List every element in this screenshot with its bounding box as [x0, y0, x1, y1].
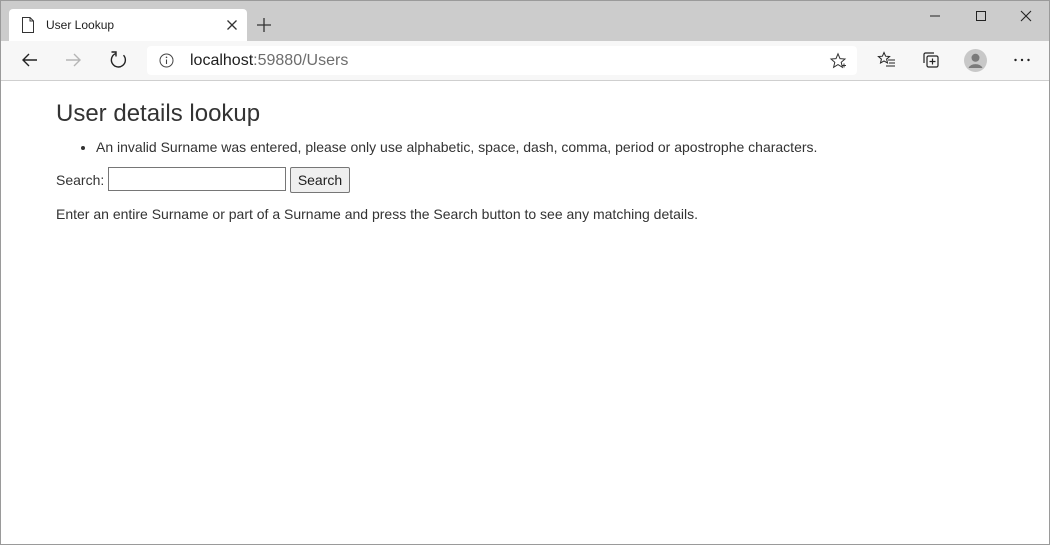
forward-arrow-icon[interactable] — [63, 50, 83, 70]
browser-toolbar: localhost:59880/Users — [1, 41, 1049, 81]
search-button[interactable]: Search — [290, 167, 350, 193]
error-message: An invalid Surname was entered, please o… — [96, 138, 817, 156]
tab-strip: User Lookup — [1, 1, 1049, 41]
url-path: :59880/Users — [253, 52, 349, 69]
favorites-icon[interactable] — [877, 50, 897, 70]
window-close-icon[interactable] — [1017, 7, 1035, 25]
info-icon[interactable] — [159, 53, 174, 68]
tab-close-icon[interactable] — [225, 18, 239, 32]
url-text[interactable]: localhost:59880/Users — [190, 52, 348, 70]
address-bar[interactable]: localhost:59880/Users — [147, 46, 857, 75]
url-host: localhost — [190, 52, 254, 69]
validation-errors: An invalid Surname was entered, please o… — [56, 138, 817, 156]
page-icon — [21, 17, 35, 33]
refresh-icon[interactable] — [108, 50, 128, 70]
maximize-icon[interactable] — [972, 7, 990, 25]
help-text: Enter an entire Surname or part of a Sur… — [56, 206, 699, 222]
page-title: User details lookup — [56, 100, 261, 127]
minimize-icon[interactable] — [926, 7, 944, 25]
search-label: Search: — [56, 172, 105, 188]
back-arrow-icon[interactable] — [20, 50, 40, 70]
search-input[interactable] — [108, 167, 286, 191]
new-tab-plus-icon[interactable] — [256, 17, 272, 33]
tab-user-lookup[interactable]: User Lookup — [9, 9, 247, 41]
more-icon[interactable] — [1012, 50, 1032, 70]
collections-icon[interactable] — [921, 50, 941, 70]
profile-icon[interactable] — [964, 49, 987, 72]
browser-window: User Lookup localhost:59880/Users User d… — [0, 0, 1050, 545]
tab-title: User Lookup — [46, 18, 115, 32]
star-icon[interactable] — [829, 52, 847, 70]
page-content: User details lookup An invalid Surname w… — [1, 81, 1049, 544]
